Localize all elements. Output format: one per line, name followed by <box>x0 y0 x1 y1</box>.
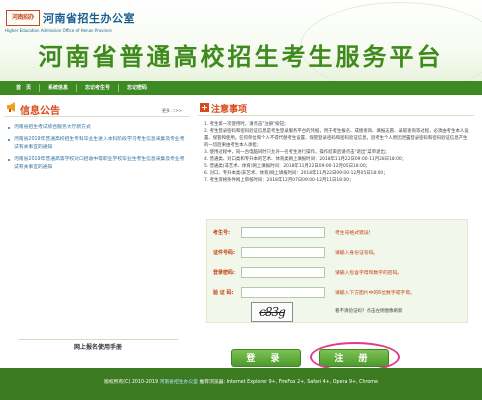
announcement-list: 河南省招生考试综合服务大厅新方式 河南省2019年普通高校招生专科毕业生进入本科… <box>8 124 188 176</box>
footer-copyright: 版权所有(C) 2010-2019 <box>104 380 159 385</box>
password-input[interactable] <box>241 267 325 278</box>
notice-item: 4. 普通类、对口类和专升本的艺术、体育类网上填报时间：2018年11月22日0… <box>204 157 407 162</box>
id-number-row: 证件号码: 请输入身份证号码。 <box>207 244 469 262</box>
announcements-panel: 信息公告 更多 :::>> 河南省招生考试综合服务大厅新方式 河南省2019年普… <box>4 99 190 362</box>
captcha-input[interactable] <box>241 287 325 298</box>
notice-item: 5. 普通类(非艺术、体育)网上填报时间：2018年11月22日09:00-12… <box>204 164 371 169</box>
announcements-header: 信息公告 更多 :::>> <box>4 101 190 117</box>
password-hint: 请输入包含字母和数字的密码。 <box>335 271 403 276</box>
logo-english-text: Higher Education Admission Office of Hen… <box>5 28 112 33</box>
logo-text: 河南省招生办公室 <box>43 12 135 25</box>
captcha-refresh-hint: 看不清验证码？点击左侧图像刷新 <box>335 309 403 314</box>
notice-item: 6. 对口、专升本类(非艺术、体育)网上填报时间：2018年11月22日09:0… <box>204 171 388 176</box>
captcha-image-row: c83g 看不清验证码？点击左侧图像刷新 <box>207 302 469 322</box>
page: 河南招办 河南省招生办公室 Higher Education Admission… <box>0 0 482 400</box>
login-form: 考生号: 考生号格式错误! 证件号码: 请输入身份证号码。 登录密码: 请输入包… <box>206 219 468 323</box>
captcha-input-row: 验 证 码: 请输入下方图片中的6位数字或字母。 <box>207 284 469 302</box>
page-title: 河南省普通高校招生考生服务平台 <box>38 42 444 71</box>
announcements-title: 信息公告 <box>20 106 60 117</box>
megaphone-icon <box>7 102 15 112</box>
exam-number-row: 考生号: 考生号格式错误! <box>207 224 469 242</box>
announcement-item[interactable]: 河南省2019年普通高等学校对口招收中等职业学校毕业生考生信息采集及专业考试有关… <box>8 156 188 173</box>
more-link[interactable]: 更多 :::>> <box>162 108 182 114</box>
user-manual-link[interactable]: 网上报名使用手册 <box>18 339 178 355</box>
login-button[interactable]: 登 录 <box>231 349 301 367</box>
footer: 版权所有(C) 2010-2019 河南省招生办公室 推荐浏览器: Intern… <box>0 368 482 400</box>
captcha-image[interactable]: c83g <box>251 302 293 322</box>
exam-number-label: 考生号: <box>213 230 230 236</box>
nav-item-system-info[interactable]: 系统信息 <box>40 84 78 92</box>
announcement-item[interactable]: 河南省招生考试综合服务大厅新方式 <box>8 124 188 133</box>
main-nav: 首 页 系统信息 忘记考生号 忘记密码 <box>0 81 482 95</box>
exam-number-hint: 考生号格式错误! <box>335 231 371 236</box>
plus-icon: + <box>200 103 209 112</box>
password-row: 登录密码: 请输入包含字母和数字的密码。 <box>207 264 469 282</box>
notice-title: 注意事项 <box>211 105 248 115</box>
footer-browsers: 推荐浏览器: Internet Explorer 9+, FireFox 2+,… <box>199 380 378 385</box>
notice-header: + 注意事项 <box>198 102 474 116</box>
footer-link[interactable]: 河南省招生办公室 <box>160 380 198 385</box>
notice-list: 1. 考生第一次使用时，请点击"注册"按钮； 2. 考生登录密码和密码验证信息是… <box>204 121 470 184</box>
notice-item: 1. 考生第一次使用时，请点击"注册"按钮； <box>204 122 289 127</box>
announcement-item[interactable]: 河南省2019年普通高校招生专科毕业生进入本科阶段学习考生信息采集及专业考试有关… <box>8 136 188 153</box>
nav-item-forgot-exam-number[interactable]: 忘记考生号 <box>77 84 120 92</box>
captcha-label: 验 证 码: <box>213 290 234 296</box>
password-label: 登录密码: <box>213 270 235 276</box>
login-panel: + 注意事项 1. 考生第一次使用时，请点击"注册"按钮； 2. 考生登录密码和… <box>198 99 476 372</box>
site-logo[interactable]: 河南招办 河南省招生办公室 <box>6 8 135 28</box>
notice-item: 3. 使用过程中，同一台电脑同时只允许一名考生进行操作，操作结束后请点击"退出"… <box>204 150 390 155</box>
nav-item-forgot-password[interactable]: 忘记密码 <box>119 84 155 92</box>
logo-mark: 河南招办 <box>6 10 40 26</box>
exam-number-input[interactable] <box>241 227 325 238</box>
notice-item: 2. 考生登录密码和密码验证信息是考生登录服务平台的凭据，用于考生报名、成绩查询… <box>204 129 469 148</box>
id-number-label: 证件号码: <box>213 250 235 256</box>
captcha-hint: 请输入下方图片中的6位数字或字母。 <box>335 291 415 296</box>
nav-item-home[interactable]: 首 页 <box>8 84 41 92</box>
notice-item: 7. 考生资格条件网上审核时间：2018年12月07日09:00-12月11日1… <box>204 178 354 183</box>
id-number-hint: 请输入身份证号码。 <box>335 251 379 256</box>
id-number-input[interactable] <box>241 247 325 258</box>
header: 河南招办 河南省招生办公室 Higher Education Admission… <box>0 0 482 81</box>
